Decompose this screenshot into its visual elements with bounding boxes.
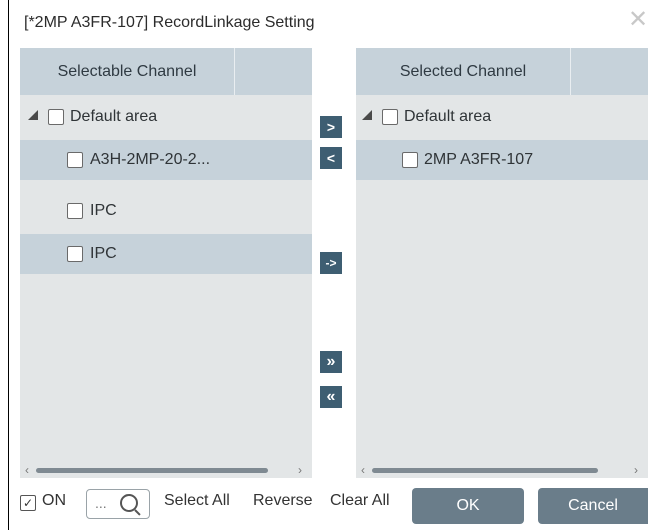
selected-channel-header: Selected Channel (356, 48, 648, 95)
move-button[interactable]: -> (320, 252, 342, 274)
tree-group-row[interactable]: Default area (20, 97, 312, 137)
selectable-channel-header: Selectable Channel (20, 48, 312, 95)
clear-all-button[interactable]: Clear All (330, 492, 390, 510)
add-all-button[interactable]: » (320, 351, 342, 373)
channel-row[interactable]: IPC (20, 191, 312, 231)
header-column-divider (570, 48, 571, 95)
checkbox[interactable] (402, 152, 418, 168)
reverse-button[interactable]: Reverse (253, 492, 313, 510)
select-all-button[interactable]: Select All (164, 492, 230, 510)
horizontal-scrollbar[interactable]: ‹ › (20, 462, 312, 478)
search-placeholder: ... (95, 495, 107, 511)
window-left-border (8, 0, 9, 530)
search-icon-handle (134, 509, 141, 516)
scroll-left-icon[interactable]: ‹ (25, 463, 29, 477)
expand-triangle-icon[interactable] (28, 110, 38, 120)
dialog-title: [*2MP A3FR-107] RecordLinkage Setting (24, 14, 315, 31)
tree-group-row[interactable]: Default area (356, 97, 648, 137)
close-icon[interactable]: ✕ (628, 8, 648, 32)
remove-all-button[interactable]: « (320, 386, 342, 408)
channel-row[interactable]: IPC (20, 234, 312, 274)
add-selected-button[interactable]: > (320, 116, 342, 138)
horizontal-scrollbar[interactable]: ‹ › (356, 462, 648, 478)
selected-channel-header-label: Selected Channel (399, 63, 527, 80)
channel-row[interactable]: A3H-2MP-20-2... (20, 140, 312, 180)
selectable-channel-panel: Selectable Channel Default area A3H-2MP-… (20, 48, 312, 478)
channel-label: A3H-2MP-20-2... (90, 151, 211, 168)
ok-button[interactable]: OK (412, 488, 524, 524)
checkbox[interactable] (67, 152, 83, 168)
selectable-channel-header-label: Selectable Channel (57, 63, 197, 80)
on-checkbox[interactable]: ✓ (20, 495, 36, 511)
expand-triangle-icon[interactable] (362, 110, 372, 120)
scrollbar-thumb[interactable] (372, 468, 598, 473)
channel-row[interactable]: 2MP A3FR-107 (356, 140, 648, 180)
selected-channel-panel: Selected Channel Default area 2MP A3FR-1… (356, 48, 648, 478)
checkbox[interactable] (67, 246, 83, 262)
channel-label: 2MP A3FR-107 (424, 151, 534, 168)
scroll-right-icon[interactable]: › (634, 463, 638, 477)
header-column-divider (234, 48, 235, 95)
tree-group-label: Default area (70, 108, 158, 125)
scrollbar-thumb[interactable] (36, 468, 268, 473)
remove-selected-button[interactable]: < (320, 147, 342, 169)
scroll-right-icon[interactable]: › (298, 463, 302, 477)
channel-label: IPC (90, 202, 117, 219)
tree-group-label: Default area (404, 108, 492, 125)
channel-label: IPC (90, 245, 117, 262)
cancel-button[interactable]: Cancel (538, 488, 648, 524)
search-input[interactable]: ... (86, 489, 150, 519)
on-label: ON (42, 492, 66, 509)
checkbox[interactable] (67, 203, 83, 219)
checkbox[interactable] (382, 109, 398, 125)
scroll-left-icon[interactable]: ‹ (361, 463, 365, 477)
checkbox[interactable] (48, 109, 64, 125)
